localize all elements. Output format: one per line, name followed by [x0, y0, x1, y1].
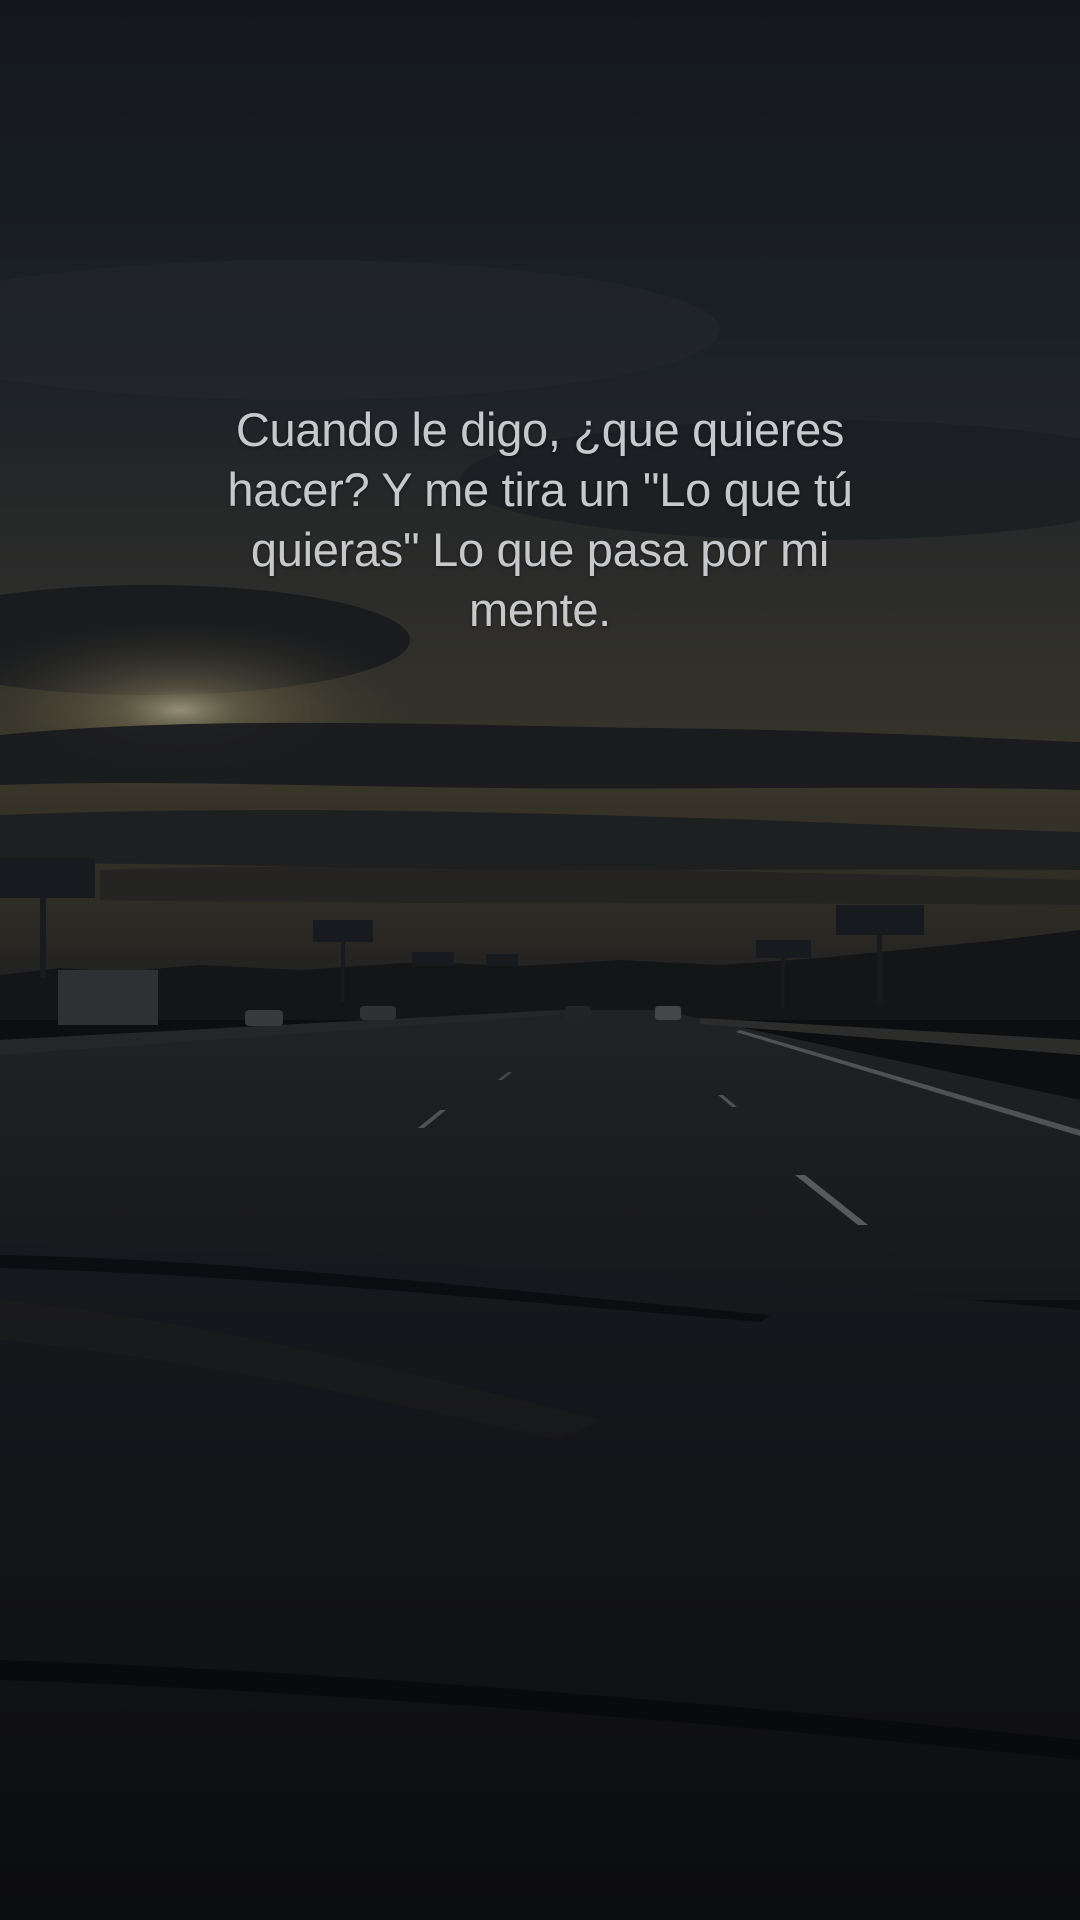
car	[655, 1006, 681, 1020]
billboard	[313, 920, 373, 942]
billboard	[486, 954, 518, 966]
billboard	[836, 905, 924, 935]
billboard-pole	[781, 958, 785, 1008]
car	[245, 1010, 283, 1026]
billboard-pole	[40, 898, 46, 978]
car	[360, 1006, 396, 1020]
billboard-pole	[341, 942, 345, 1002]
caption-text: Cuando le digo, ¿que quieres hacer? Y me…	[227, 403, 853, 636]
story-frame: Cuando le digo, ¿que quieres hacer? Y me…	[0, 0, 1080, 1920]
car	[565, 1006, 591, 1020]
background-photo	[0, 0, 1080, 1920]
truck	[58, 970, 158, 1025]
billboard	[756, 940, 811, 958]
billboard-pole	[877, 935, 882, 1005]
billboard	[0, 858, 95, 898]
billboard	[412, 952, 454, 966]
